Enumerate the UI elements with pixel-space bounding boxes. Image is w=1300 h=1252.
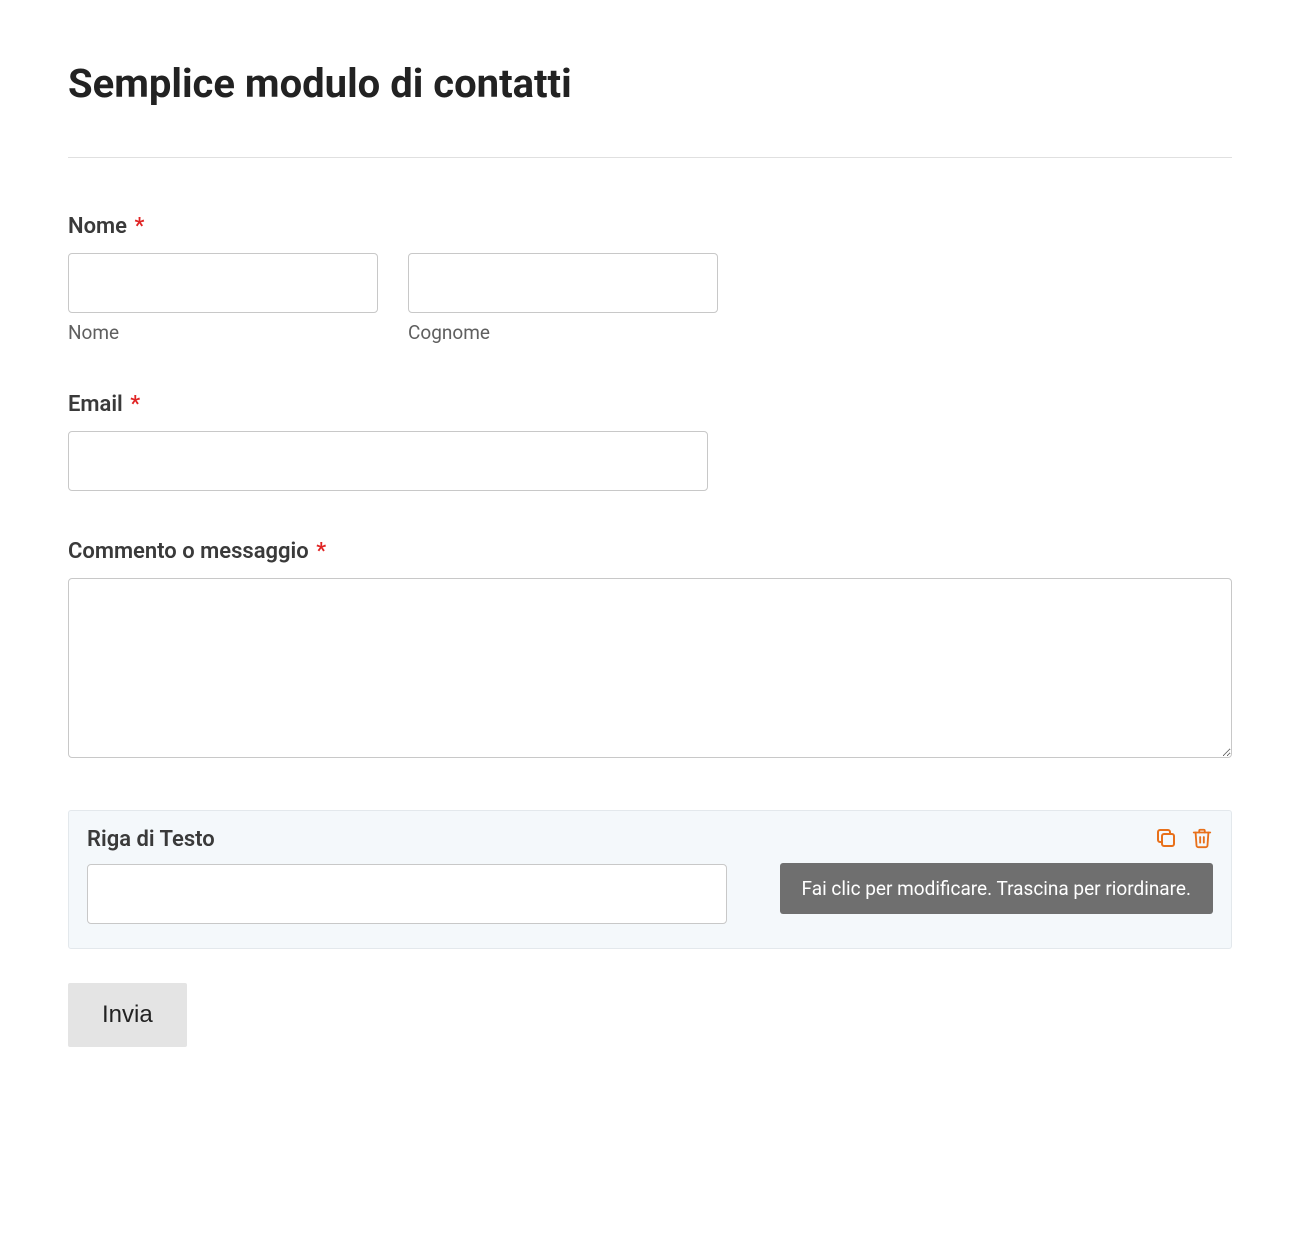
name-label-text: Nome bbox=[68, 214, 127, 239]
name-field-group: Nome * Nome Cognome bbox=[68, 214, 1232, 344]
first-name-sublabel: Nome bbox=[68, 321, 378, 344]
message-label: Commento o messaggio * bbox=[68, 539, 1232, 564]
message-field-group: Commento o messaggio * bbox=[68, 539, 1232, 762]
trash-icon[interactable] bbox=[1189, 825, 1215, 851]
builder-block-label: Riga di Testo bbox=[87, 827, 1213, 852]
last-name-input[interactable] bbox=[408, 253, 718, 313]
builder-actions bbox=[1153, 825, 1215, 851]
name-required-marker: * bbox=[134, 214, 144, 239]
page-title: Semplice modulo di contatti bbox=[68, 60, 1232, 107]
email-field-group: Email * bbox=[68, 392, 1232, 491]
first-name-input[interactable] bbox=[68, 253, 378, 313]
section-divider bbox=[68, 157, 1232, 158]
email-required-marker: * bbox=[130, 392, 140, 417]
message-textarea[interactable] bbox=[68, 578, 1232, 758]
builder-block-text-row[interactable]: Riga di Testo Fai clic per modificare. T… bbox=[68, 810, 1232, 949]
message-required-marker: * bbox=[316, 539, 326, 564]
email-input[interactable] bbox=[68, 431, 708, 491]
builder-text-input[interactable] bbox=[87, 864, 727, 924]
message-label-text: Commento o messaggio bbox=[68, 539, 309, 564]
duplicate-icon[interactable] bbox=[1153, 825, 1179, 851]
last-name-sublabel: Cognome bbox=[408, 321, 718, 344]
builder-tooltip: Fai clic per modificare. Trascina per ri… bbox=[780, 863, 1213, 914]
submit-button[interactable]: Invia bbox=[68, 983, 187, 1047]
name-label: Nome * bbox=[68, 214, 1232, 239]
email-label: Email * bbox=[68, 392, 1232, 417]
email-label-text: Email bbox=[68, 392, 123, 417]
